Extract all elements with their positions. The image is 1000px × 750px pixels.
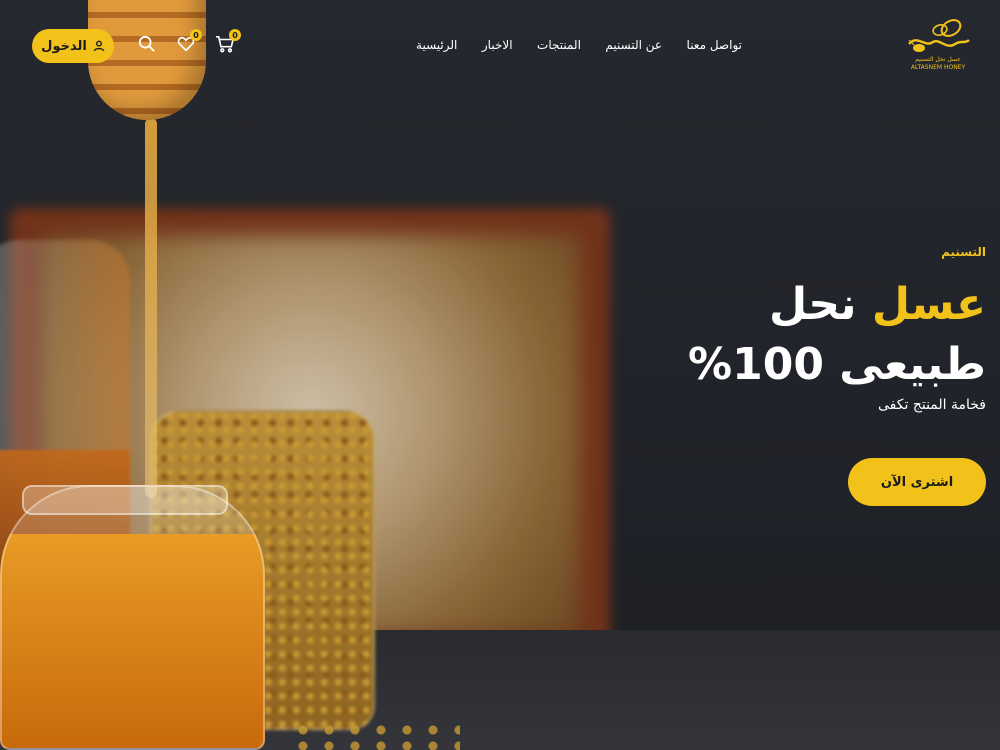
honey-jar-image [0, 485, 265, 750]
search-icon[interactable] [137, 34, 157, 54]
hero-headline-line1: عسل نحل [566, 275, 986, 335]
site-header: الدخول 0 0 الرئيسية الاخبار المنتجات عن … [0, 0, 1000, 90]
nav-item-contact[interactable]: تواصل معنا [687, 38, 742, 56]
nav-item-products[interactable]: المنتجات [537, 38, 581, 56]
login-label: الدخول [41, 38, 87, 54]
user-icon [93, 40, 105, 52]
hero-eyebrow: التسنيم [941, 245, 986, 259]
hero-section: التسنيم عسل نحل طبيعى 100% فخامة المنتج … [566, 245, 986, 413]
hero-headline-accent: عسل [871, 279, 986, 330]
wishlist-count-badge: 0 [190, 29, 202, 41]
nav-item-home[interactable]: الرئيسية [416, 38, 457, 56]
cart-count-badge: 0 [229, 29, 241, 41]
nav-item-about[interactable]: عن التسنيم [605, 38, 662, 56]
honey-jar-rim-image [22, 485, 228, 515]
logo-arabic-text: عسل نحل التسنيم [915, 56, 961, 63]
main-nav: الرئيسية الاخبار المنتجات عن التسنيم توا… [416, 38, 742, 56]
nav-item-news[interactable]: الاخبار [482, 38, 513, 56]
hero-subtitle: فخامة المنتج تكفى [877, 397, 986, 413]
pollen-grains-image [290, 722, 460, 750]
hero-headline-rest: نحل [769, 279, 857, 330]
honey-drip-image [145, 118, 157, 498]
buy-now-button[interactable]: اشترى الآن [848, 458, 986, 506]
hero-headline-line2: طبيعى 100% [688, 339, 986, 390]
logo-caption: عسل نحل التسنيم ALTASNEM HONEY [904, 56, 972, 72]
login-button[interactable]: الدخول [32, 29, 114, 63]
logo-latin-text: ALTASNEM HONEY [910, 64, 966, 71]
